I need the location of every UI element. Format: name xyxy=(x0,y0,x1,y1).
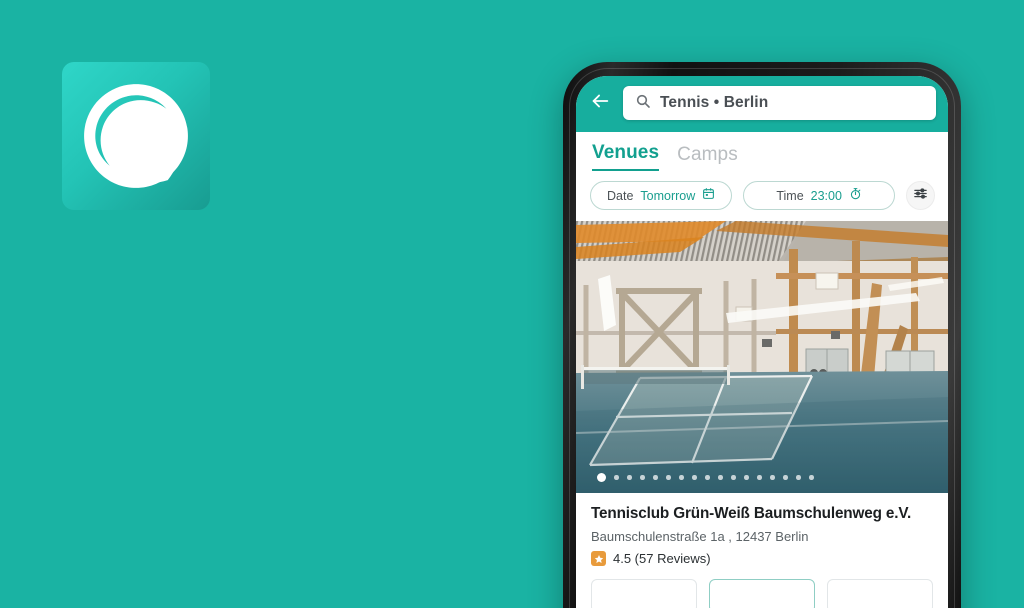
back-button[interactable] xyxy=(586,89,614,117)
time-slot-button[interactable] xyxy=(827,579,933,608)
carousel-dot[interactable] xyxy=(666,475,671,480)
search-input[interactable]: Tennis • Berlin xyxy=(623,86,936,120)
back-arrow-icon xyxy=(589,90,611,117)
carousel-dot[interactable] xyxy=(614,475,619,480)
carousel-dot[interactable] xyxy=(627,475,632,480)
date-filter-value: Tomorrow xyxy=(640,188,696,203)
carousel-dot[interactable] xyxy=(744,475,749,480)
carousel-dot[interactable] xyxy=(731,475,736,480)
spiral-e-icon xyxy=(77,77,195,195)
time-filter-label: Time xyxy=(776,188,804,203)
app-search-header: Tennis • Berlin xyxy=(576,76,948,132)
time-slot-button[interactable] xyxy=(591,579,697,608)
carousel-dot[interactable] xyxy=(640,475,645,480)
carousel-dot[interactable] xyxy=(705,475,710,480)
time-filter-value: 23:00 xyxy=(810,188,842,203)
carousel-dot[interactable] xyxy=(809,475,814,480)
tab-venues-label: Venues xyxy=(592,142,660,163)
venue-rating-text: 4.5 (57 Reviews) xyxy=(613,551,711,566)
time-slot-button-selected[interactable] xyxy=(709,579,815,608)
carousel-dot[interactable] xyxy=(770,475,775,480)
date-filter-label: Date xyxy=(607,188,634,203)
carousel-dot[interactable] xyxy=(653,475,658,480)
tab-camps[interactable]: Camps xyxy=(677,144,738,171)
phone-screen: Tennis • Berlin Venues Camps Date Tomorr… xyxy=(576,76,948,608)
carousel-dot[interactable] xyxy=(692,475,697,480)
search-query-text: Tennis • Berlin xyxy=(660,94,769,111)
venue-photo-carousel[interactable] xyxy=(576,221,948,493)
calendar-icon xyxy=(702,187,715,205)
carousel-dot[interactable] xyxy=(757,475,762,480)
phone-mockup: Tennis • Berlin Venues Camps Date Tomorr… xyxy=(563,62,961,608)
advanced-filter-button[interactable] xyxy=(906,181,935,210)
time-filter-chip[interactable]: Time 23:00 xyxy=(743,181,895,210)
tab-venues[interactable]: Venues xyxy=(592,142,660,171)
venue-address: Baumschulenstraße 1a , 12437 Berlin xyxy=(591,529,809,544)
stopwatch-icon xyxy=(849,187,862,205)
search-icon xyxy=(635,93,651,114)
venue-rating-row: 4.5 (57 Reviews) xyxy=(591,551,933,566)
app-logo-tile xyxy=(62,62,210,210)
tab-camps-label: Camps xyxy=(677,144,738,165)
filter-chip-bar: Date Tomorrow Time 23:00 xyxy=(576,171,948,221)
venue-title: Tennisclub Grün-Weiß Baumschulenweg e.V. xyxy=(591,505,912,522)
carousel-dot[interactable] xyxy=(597,473,606,482)
venue-card[interactable]: Tennisclub Grün-Weiß Baumschulenweg e.V.… xyxy=(576,493,948,566)
indoor-tennis-hall-image xyxy=(576,221,948,493)
carousel-dot[interactable] xyxy=(718,475,723,480)
time-slot-row xyxy=(576,566,948,608)
sliders-icon xyxy=(913,186,928,206)
result-tabs: Venues Camps xyxy=(576,132,948,171)
carousel-dot[interactable] xyxy=(679,475,684,480)
carousel-dot[interactable] xyxy=(783,475,788,480)
carousel-dot[interactable] xyxy=(796,475,801,480)
carousel-dots[interactable] xyxy=(597,473,814,482)
star-icon xyxy=(591,551,606,566)
date-filter-chip[interactable]: Date Tomorrow xyxy=(590,181,733,210)
